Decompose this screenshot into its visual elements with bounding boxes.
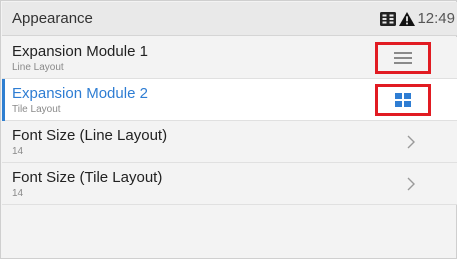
clock: 12:49 xyxy=(417,10,455,27)
line-layout-icon xyxy=(394,52,412,64)
list-item-label: Font Size (Line Layout) xyxy=(12,127,168,144)
list-item-value: 14 xyxy=(12,146,24,157)
chevron-right-icon xyxy=(407,135,415,149)
line-layout-button[interactable] xyxy=(375,42,431,74)
page-title: Appearance xyxy=(12,10,93,27)
list-item-value: 14 xyxy=(12,188,24,199)
list-item-expansion-module-1[interactable]: Expansion Module 1 Line Layout xyxy=(2,37,457,79)
list-item-expansion-module-2[interactable]: Expansion Module 2 Tile Layout xyxy=(2,79,457,121)
list-item-label: Expansion Module 2 xyxy=(12,85,148,102)
list-item-value: Tile Layout xyxy=(12,104,61,115)
tile-layout-button[interactable] xyxy=(375,84,431,116)
screen: Appearance 12:49 Expansion Module 1 Line… xyxy=(0,0,457,259)
status-bar: Appearance 12:49 xyxy=(2,2,457,36)
selection-indicator xyxy=(2,79,5,121)
list-item-label: Font Size (Tile Layout) xyxy=(12,169,163,186)
list-item-label: Expansion Module 1 xyxy=(12,43,148,60)
expansion-module-icon xyxy=(380,12,396,26)
settings-list: Expansion Module 1 Line Layout Expansion… xyxy=(2,37,457,205)
chevron-right-icon xyxy=(407,177,415,191)
warning-icon xyxy=(399,12,415,26)
list-item-font-size-tile-layout[interactable]: Font Size (Tile Layout) 14 xyxy=(2,163,457,205)
list-item-value: Line Layout xyxy=(12,62,64,73)
list-item-font-size-line-layout[interactable]: Font Size (Line Layout) 14 xyxy=(2,121,457,163)
tile-layout-icon xyxy=(395,93,411,107)
